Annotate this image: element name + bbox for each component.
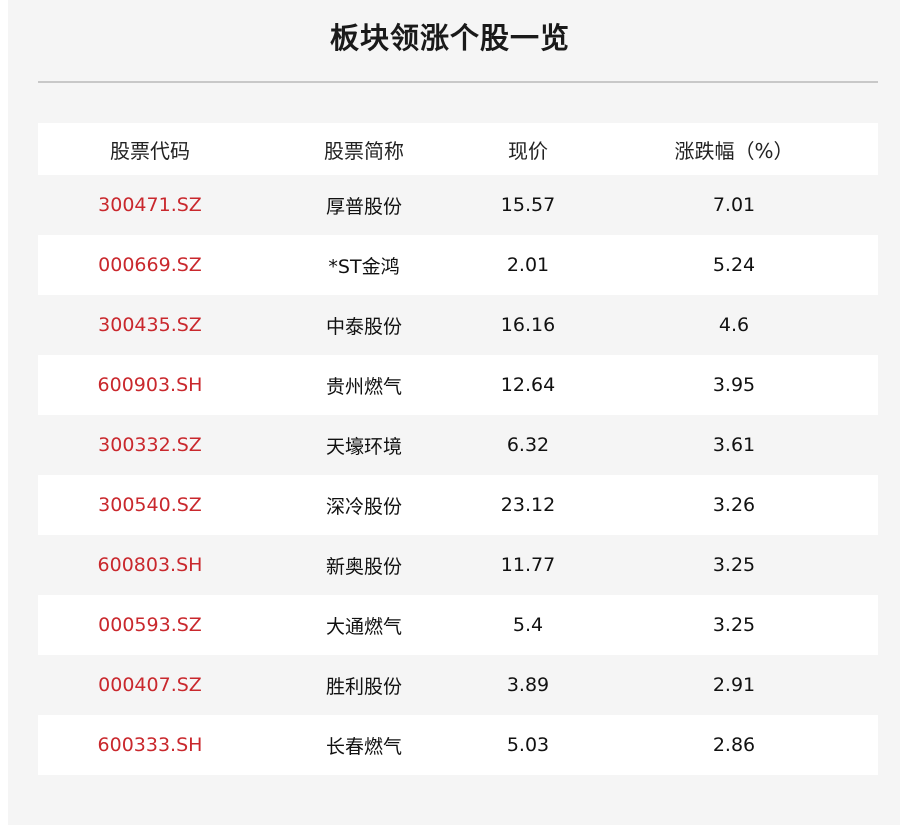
stock-price: 3.89 (506, 674, 550, 696)
table-row: 000593.SZ 大通燃气 5.4 3.25 (38, 595, 878, 655)
stock-change: 2.86 (712, 734, 756, 756)
stock-name: 深冷股份 (325, 495, 402, 518)
stock-code: 600903.SH (97, 374, 203, 396)
table-row: 300435.SZ 中泰股份 16.16 4.6 (38, 295, 878, 355)
header-code: 股票代码 (110, 138, 190, 163)
stock-price: 23.12 (500, 494, 556, 516)
stock-name: 胜利股份 (325, 675, 402, 698)
stock-code: 600333.SH (97, 734, 203, 756)
stock-code: 600803.SH (97, 554, 203, 576)
title-divider (38, 81, 878, 83)
stock-change: 3.25 (712, 554, 756, 576)
stock-price: 5.4 (512, 614, 544, 636)
header-price: 现价 (508, 138, 548, 163)
stock-price: 11.77 (500, 554, 556, 576)
stock-price: 15.57 (500, 194, 556, 216)
table-row: 300540.SZ 深冷股份 23.12 3.26 (38, 475, 878, 535)
stock-price: 12.64 (500, 374, 556, 396)
stock-name: 中泰股份 (325, 315, 402, 338)
table-row: 000669.SZ *ST金鸿 2.01 5.24 (38, 235, 878, 295)
stock-change: 2.91 (712, 674, 756, 696)
stock-code: 000407.SZ (98, 674, 202, 696)
stock-name: 新奥股份 (325, 555, 402, 578)
stock-change: 5.24 (712, 254, 756, 276)
stock-price: 6.32 (506, 434, 550, 456)
stock-change: 3.61 (712, 434, 756, 456)
table-row: 600903.SH 贵州燃气 12.64 3.95 (38, 355, 878, 415)
stock-code: 000669.SZ (98, 254, 202, 276)
stock-change: 4.6 (718, 314, 750, 336)
stock-name: 贵州燃气 (325, 375, 402, 398)
stock-code: 300435.SZ (98, 314, 202, 336)
table-row: 300471.SZ 厚普股份 15.57 7.01 (38, 175, 878, 235)
table-row: 300332.SZ 天壕环境 6.32 3.61 (38, 415, 878, 475)
stock-change: 3.95 (712, 374, 756, 396)
table-row: 600333.SH 长春燃气 5.03 2.86 (38, 715, 878, 775)
stock-code: 300332.SZ (98, 434, 202, 456)
stock-price: 2.01 (506, 254, 550, 276)
stock-name: 长春燃气 (325, 735, 402, 758)
page-title: 板块领涨个股一览 (329, 21, 570, 55)
stock-name: 天壕环境 (325, 435, 402, 458)
header-change: 涨跌幅（%） (674, 138, 794, 163)
stock-price: 16.16 (500, 314, 556, 336)
table-header-row: 股票代码 股票简称 现价 涨跌幅（%） (38, 123, 878, 175)
table-row: 600803.SH 新奥股份 11.77 3.25 (38, 535, 878, 595)
stock-change: 3.26 (712, 494, 756, 516)
table-row: 000407.SZ 胜利股份 3.89 2.91 (38, 655, 878, 715)
stock-code: 300471.SZ (98, 194, 202, 216)
stock-code: 300540.SZ (98, 494, 202, 516)
stock-change: 7.01 (712, 194, 756, 216)
stock-code: 000593.SZ (98, 614, 202, 636)
stock-change: 3.25 (712, 614, 756, 636)
stock-name: *ST金鸿 (328, 255, 400, 278)
stock-price: 5.03 (506, 734, 550, 756)
header-name: 股票简称 (324, 138, 404, 163)
stock-name: 大通燃气 (325, 615, 402, 638)
stock-name: 厚普股份 (325, 195, 402, 218)
stock-table: 股票代码 股票简称 现价 涨跌幅（%） 300471.SZ 厚普股份 15.57… (38, 123, 878, 775)
